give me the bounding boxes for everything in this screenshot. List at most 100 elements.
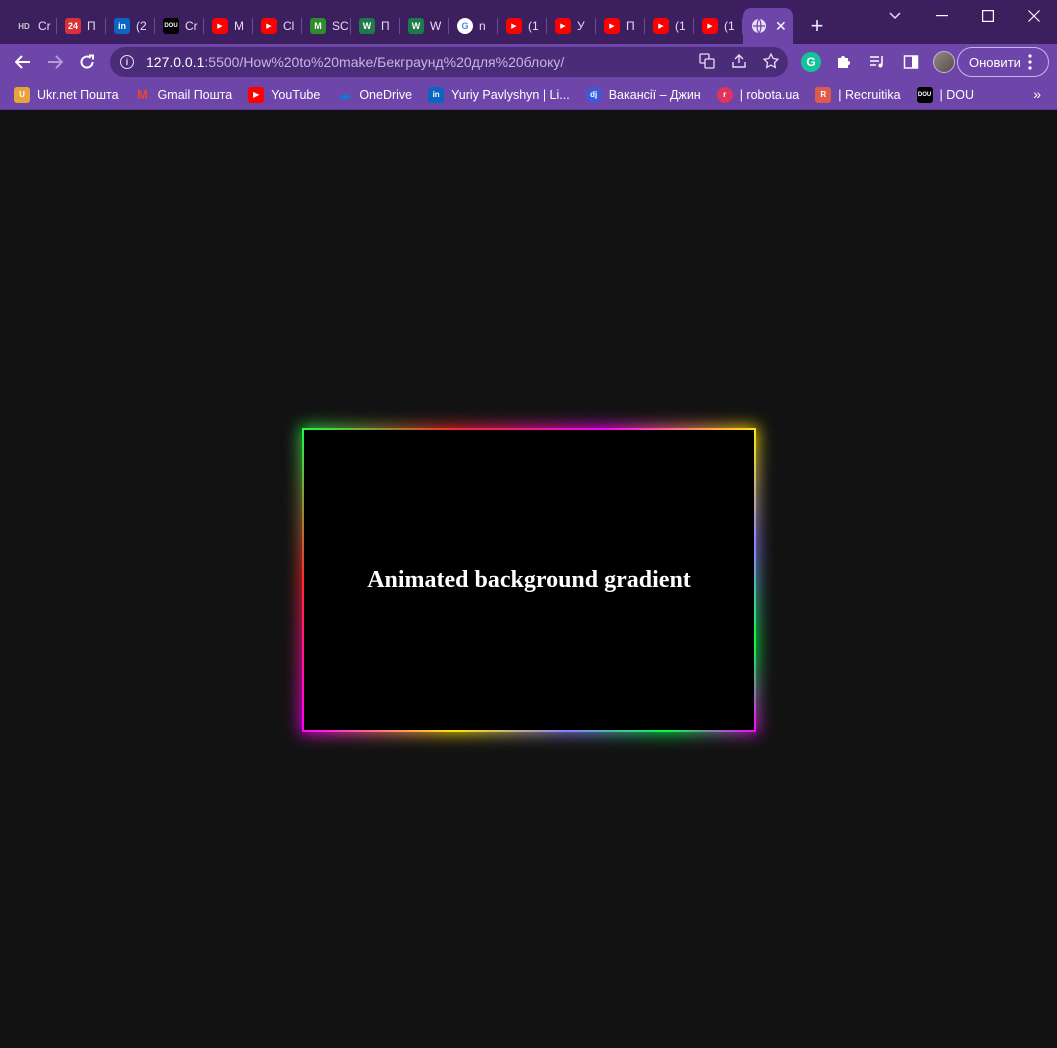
tab-title: П: [381, 19, 390, 33]
minimize-button[interactable]: [919, 1, 965, 31]
linkedin-icon: in: [428, 86, 445, 103]
close-window-button[interactable]: [1011, 1, 1057, 31]
share-icon[interactable]: [730, 53, 748, 72]
tab-10[interactable]: ▶ (1: [498, 8, 547, 44]
tab-8[interactable]: WW: [400, 8, 449, 44]
dou-icon: DOU: [916, 86, 933, 103]
tab-3[interactable]: DOU Cr: [155, 8, 204, 44]
tab-0[interactable]: HD Cr: [8, 8, 57, 44]
youtube-icon: ▶: [212, 18, 228, 34]
news24-icon: 24: [65, 18, 81, 34]
star-icon[interactable]: [762, 52, 780, 72]
robota-icon: r: [716, 86, 733, 103]
google-icon: G: [457, 18, 473, 34]
site-info-icon[interactable]: i: [120, 55, 134, 69]
linkedin-icon: in: [114, 18, 130, 34]
update-button[interactable]: Оновити: [957, 47, 1049, 77]
reload-button[interactable]: [72, 47, 102, 77]
tab-title: (1: [675, 19, 686, 33]
tab-title: П: [87, 19, 96, 33]
bookmark-1[interactable]: M Gmail Пошта: [135, 87, 233, 103]
maximize-button[interactable]: [965, 1, 1011, 31]
forward-button[interactable]: [40, 47, 70, 77]
w-icon: W: [359, 18, 375, 34]
extensions-puzzle-icon[interactable]: [831, 50, 855, 74]
tab-1[interactable]: 24 П: [57, 8, 106, 44]
tabs-container: HD Cr 24 Пin (2 DOU Cr ▶ M ▶ Cl M SC W П W W Gn ▶ (1 ▶ У ▶ П ▶ (1…: [8, 8, 743, 44]
forward-arrow-icon: [48, 55, 63, 69]
tab-strip: HD Cr 24 Пin (2 DOU Cr ▶ M ▶ Cl M SC W П W W Gn ▶ (1 ▶ У ▶ П ▶ (1…: [0, 0, 1057, 44]
youtube-icon: ▶: [248, 86, 265, 103]
globe-icon: [751, 18, 767, 34]
bookmark-3[interactable]: ☁ OneDrive: [336, 86, 412, 103]
bookmark-label: Вакансії – Джин: [608, 87, 701, 102]
extensions-area: G: [797, 46, 955, 78]
update-button-label: Оновити: [969, 54, 1021, 70]
url-path: :5500/How%20to%20make/Бекграунд%20для%20…: [204, 54, 565, 70]
tab-title: (2: [136, 19, 147, 33]
hd-icon: HD: [16, 18, 32, 34]
chevron-down-icon: [889, 12, 901, 20]
tab-7[interactable]: WП: [351, 8, 400, 44]
bookmarks-overflow-icon[interactable]: »: [1033, 86, 1041, 102]
card-content: Animated background gradient: [304, 430, 754, 730]
youtube-icon: ▶: [555, 18, 571, 34]
tab-14[interactable]: ▶ (1: [694, 8, 743, 44]
side-panel-icon[interactable]: [899, 50, 923, 74]
youtube-icon: ▶: [261, 18, 277, 34]
bookmark-label: YouTube: [271, 87, 321, 102]
profile-avatar[interactable]: [933, 51, 955, 73]
tab-12[interactable]: ▶ П: [596, 8, 645, 44]
bookmark-label: | Recruitika: [838, 87, 901, 102]
grammarly-icon[interactable]: G: [801, 52, 821, 72]
dou-icon: DOU: [163, 18, 179, 34]
address-bar[interactable]: i 127.0.0.1:5500/How%20to%20make/Бекграу…: [110, 47, 788, 77]
djinni-icon: dj: [585, 86, 602, 103]
bookmark-8[interactable]: DOU | DOU: [916, 86, 974, 103]
tab-4[interactable]: ▶ M: [204, 8, 253, 44]
url-text[interactable]: 127.0.0.1:5500/How%20to%20make/Бекграунд…: [146, 54, 564, 70]
tab-title: (1: [528, 19, 539, 33]
tab-5[interactable]: ▶ Cl: [253, 8, 302, 44]
bookmark-7[interactable]: R | Recruitika: [815, 86, 901, 103]
bookmark-6[interactable]: r | robota.ua: [716, 86, 800, 103]
menu-dots-icon[interactable]: [1022, 54, 1038, 70]
w-icon: W: [408, 18, 424, 34]
m-icon: M: [310, 18, 326, 34]
back-arrow-icon: [15, 55, 30, 69]
tab-title: SC: [332, 19, 349, 33]
tab-2[interactable]: in (2: [106, 8, 155, 44]
tab-title: W: [430, 19, 442, 33]
tab-title: П: [626, 19, 635, 33]
back-button[interactable]: [8, 47, 38, 77]
gradient-card: Animated background gradient: [300, 426, 758, 734]
tab-title: У: [577, 19, 585, 33]
card-heading: Animated background gradient: [367, 566, 691, 593]
tab-title: Cr: [38, 19, 51, 33]
tab-title: (1: [724, 19, 735, 33]
tab-6[interactable]: M SC: [302, 8, 351, 44]
gmail-icon: M: [137, 87, 148, 102]
bookmark-2[interactable]: ▶ YouTube: [248, 86, 321, 103]
tab-11[interactable]: ▶ У: [547, 8, 596, 44]
recruitika-icon: R: [815, 86, 832, 103]
tab-active[interactable]: ✕: [743, 8, 793, 44]
toolbar: i 127.0.0.1:5500/How%20to%20make/Бекграу…: [0, 44, 1057, 80]
tab-9[interactable]: Gn: [449, 8, 498, 44]
bookmark-label: | robota.ua: [739, 87, 800, 102]
bookmark-0[interactable]: U Ukr.net Пошта: [14, 86, 119, 103]
bookmark-label: Gmail Пошта: [157, 87, 233, 102]
translate-icon[interactable]: [698, 52, 716, 72]
media-control-icon[interactable]: [865, 50, 889, 74]
page-viewport: Animated background gradient: [0, 111, 1057, 1048]
bookmark-5[interactable]: dj Вакансії – Джин: [585, 86, 701, 103]
new-tab-button[interactable]: +: [801, 8, 833, 44]
tab-search-button[interactable]: [883, 6, 907, 26]
bookmark-label: Yuriy Pavlyshyn | Li...: [451, 87, 570, 102]
tab-13[interactable]: ▶ (1: [645, 8, 694, 44]
tab-title: M: [234, 19, 244, 33]
bookmark-4[interactable]: in Yuriy Pavlyshyn | Li...: [428, 86, 570, 103]
close-tab-icon[interactable]: ✕: [775, 18, 787, 35]
youtube-icon: ▶: [702, 18, 718, 34]
onedrive-icon: ☁: [337, 86, 352, 102]
